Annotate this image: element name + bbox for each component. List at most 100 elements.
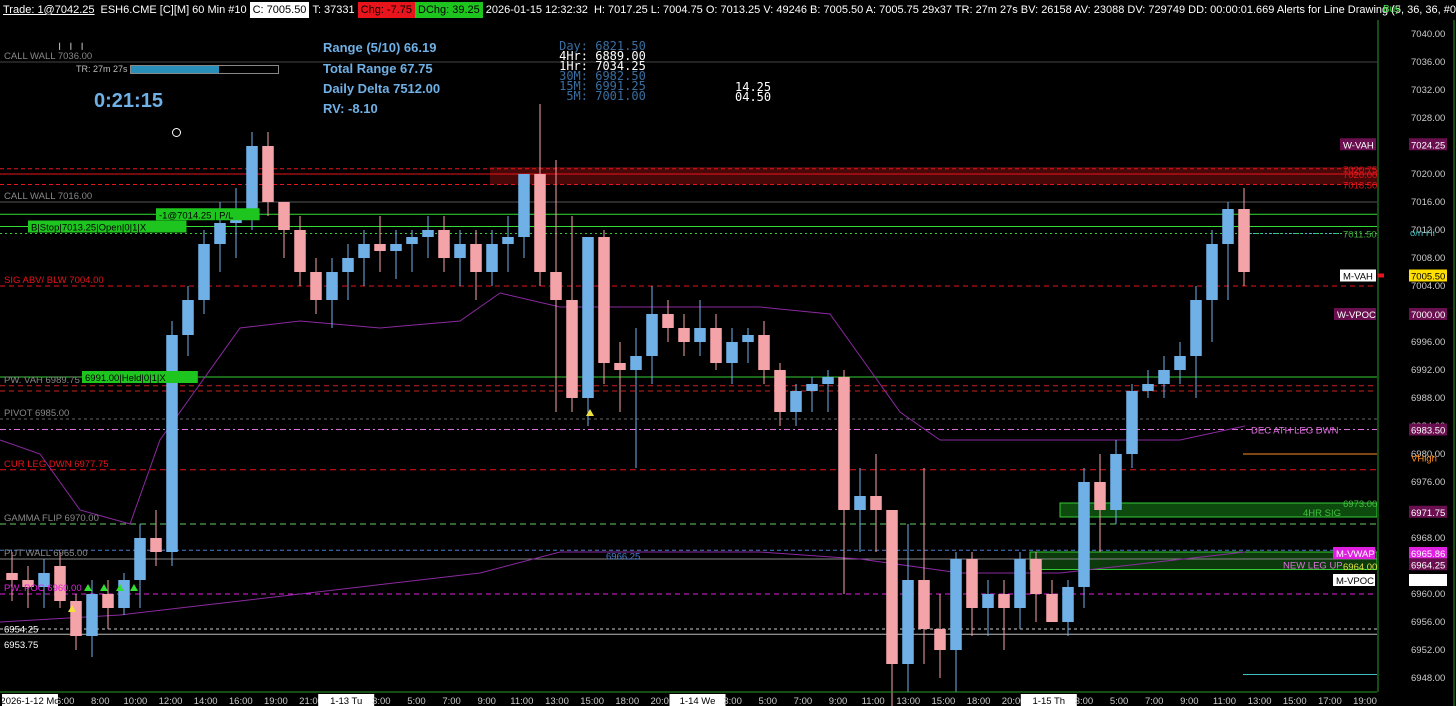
- candle-body[interactable]: [326, 272, 338, 300]
- candle-body[interactable]: [918, 580, 930, 629]
- candle-body[interactable]: [694, 328, 706, 342]
- price-axis-bg: [1377, 0, 1456, 706]
- candle-body[interactable]: [614, 363, 626, 370]
- candle-body[interactable]: [1158, 370, 1170, 384]
- candle-body[interactable]: [182, 300, 194, 335]
- candle-body[interactable]: [150, 538, 162, 552]
- x-tick-label: 5:00: [1110, 696, 1129, 706]
- candle-body[interactable]: [1046, 594, 1058, 622]
- candle-body[interactable]: [1030, 559, 1042, 594]
- candle-body[interactable]: [742, 335, 754, 342]
- candle-body[interactable]: [854, 496, 866, 510]
- buy-signal-icon: [100, 584, 108, 591]
- trade-label[interactable]: Trade: 1@7042.25: [0, 2, 98, 18]
- y-tick-label: 7032.00: [1411, 85, 1445, 96]
- candle-body[interactable]: [966, 559, 978, 608]
- candle-body[interactable]: [486, 244, 498, 272]
- candle-body[interactable]: [358, 244, 370, 258]
- candle-body[interactable]: [1126, 391, 1138, 454]
- candle-body[interactable]: [998, 594, 1010, 608]
- candle-body[interactable]: [790, 391, 802, 412]
- candle-body[interactable]: [262, 146, 274, 202]
- candle-body[interactable]: [454, 244, 466, 258]
- y-tick-label: 6996.00: [1411, 337, 1445, 348]
- right-label-text: 6964.00: [1343, 562, 1377, 573]
- candle-body[interactable]: [342, 258, 354, 272]
- axis-value-text: 7000.00: [1411, 310, 1445, 321]
- price-axis[interactable]: 7040.007036.007032.007028.007024.007020.…: [1377, 0, 1456, 706]
- candle-body[interactable]: [166, 335, 178, 552]
- candle-body[interactable]: [630, 356, 642, 370]
- candle-body[interactable]: [886, 510, 898, 664]
- candle-body[interactable]: [678, 328, 690, 342]
- candle-body[interactable]: [646, 314, 658, 356]
- candle-body[interactable]: [1014, 559, 1026, 608]
- candle-body[interactable]: [438, 230, 450, 258]
- candle-body[interactable]: [710, 328, 722, 363]
- candle-body[interactable]: [406, 237, 418, 244]
- x-tick-label: 7:00: [442, 696, 461, 706]
- buy-label[interactable]: Buy: [1383, 4, 1400, 15]
- x-tick-label: 18:00: [615, 696, 639, 706]
- level-label: PUT WALL 6965.00: [4, 548, 88, 559]
- candle-body[interactable]: [1062, 587, 1074, 622]
- candle-body[interactable]: [1110, 454, 1122, 510]
- candle-body[interactable]: [198, 244, 210, 300]
- candle-body[interactable]: [726, 342, 738, 363]
- candle-body[interactable]: [1190, 300, 1202, 356]
- candle-body[interactable]: [6, 573, 18, 580]
- candle-body[interactable]: [582, 237, 594, 398]
- candle-body[interactable]: [534, 174, 546, 272]
- candle-body[interactable]: [246, 146, 258, 216]
- candle-body[interactable]: [1206, 244, 1218, 300]
- candle-body[interactable]: [566, 300, 578, 398]
- candle-body[interactable]: [310, 272, 322, 300]
- candle-body[interactable]: [422, 230, 434, 237]
- candle-body[interactable]: [1222, 209, 1234, 244]
- candle-body[interactable]: [982, 594, 994, 608]
- candle-body[interactable]: [934, 629, 946, 650]
- candle-body[interactable]: [806, 384, 818, 391]
- candle-body[interactable]: [758, 335, 770, 370]
- right-label-text: W-VPOC: [1337, 310, 1376, 321]
- candle-body[interactable]: [774, 370, 786, 412]
- level-label: PW. POC 6960.00: [4, 583, 82, 594]
- candle-body[interactable]: [1094, 482, 1106, 510]
- candle-body[interactable]: [950, 559, 962, 650]
- ohlc-label: H: 7017.25 L: 7004.75 O: 7013.25 V: 4924…: [593, 4, 1456, 16]
- candle-body[interactable]: [86, 594, 98, 636]
- candle-body[interactable]: [390, 244, 402, 251]
- candle-body[interactable]: [278, 202, 290, 230]
- candle-body[interactable]: [1238, 209, 1250, 272]
- candle-body[interactable]: [550, 272, 562, 300]
- candle-body[interactable]: [518, 174, 530, 237]
- candle-body[interactable]: [902, 580, 914, 664]
- change-chip: Chg: -7.75: [357, 2, 416, 18]
- candle-body[interactable]: [1174, 356, 1186, 370]
- candle-body[interactable]: [662, 314, 674, 328]
- symbol-label[interactable]: ESH6.CME [C][M] 60 Min #10: [98, 2, 250, 18]
- candles[interactable]: [6, 104, 1250, 706]
- candle-body[interactable]: [838, 377, 850, 510]
- candle-body[interactable]: [822, 377, 834, 384]
- time-axis[interactable]: 2026-1-12 Mo6:00 8:00 10:00 12:00 14:00 16:00…: [0, 691, 1377, 706]
- candle-body[interactable]: [102, 594, 114, 608]
- candle-body[interactable]: [870, 496, 882, 510]
- level-label: SIG ABV/ BLW 7004.00: [4, 275, 104, 286]
- crosshair-icon: [172, 128, 181, 137]
- x-tick-label: 1-14 We: [680, 696, 716, 706]
- price-chart[interactable]: 7040.007036.007032.007028.007024.007020.…: [0, 0, 1456, 706]
- candle-body[interactable]: [598, 237, 610, 363]
- candle-body[interactable]: [502, 237, 514, 244]
- candle-body[interactable]: [374, 244, 386, 251]
- candle-body[interactable]: [294, 230, 306, 272]
- candle-body[interactable]: [1078, 482, 1090, 587]
- candle-body[interactable]: [134, 538, 146, 580]
- candle-body[interactable]: [1142, 384, 1154, 391]
- timeframe-label: 5M:: [559, 89, 588, 103]
- x-tick-label: 9:00: [477, 696, 496, 706]
- candle-body[interactable]: [214, 223, 226, 244]
- session-dividers: ╵╵╵: [56, 43, 90, 57]
- range-stat: Range (5/10) 66.19: [323, 40, 437, 55]
- candle-body[interactable]: [470, 244, 482, 272]
